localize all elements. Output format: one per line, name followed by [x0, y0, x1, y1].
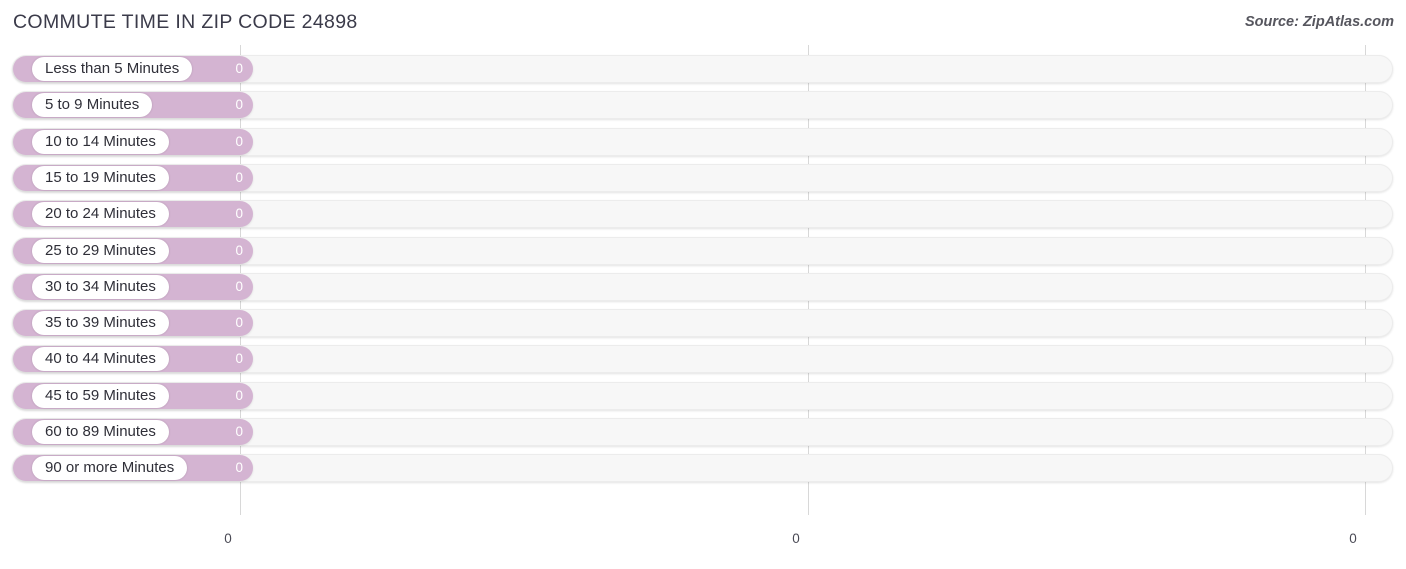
bar-row[interactable]: 0 30 to 34 Minutes	[12, 272, 1393, 301]
bar-value-label: 0	[235, 133, 243, 149]
bar-row[interactable]: 0 45 to 59 Minutes	[12, 381, 1393, 410]
bar-value-label: 0	[235, 206, 243, 222]
bar-row[interactable]: 0 35 to 39 Minutes	[12, 309, 1393, 338]
bar-value-label: 0	[235, 460, 243, 476]
bar-value-label: 0	[235, 61, 243, 76]
bar-value-label: 0	[235, 351, 243, 367]
x-axis-tick-label: 0	[1349, 531, 1357, 546]
bar-category-label: Less than 5 Minutes	[32, 57, 193, 81]
bar-category-label: 15 to 19 Minutes	[32, 165, 169, 190]
bar-row[interactable]: 0 90 or more Minutes	[12, 454, 1393, 483]
bar-row[interactable]: 0 Less than 5 Minutes	[12, 55, 1393, 83]
bar-value-label: 0	[235, 97, 243, 113]
bar-category-label: 60 to 89 Minutes	[32, 420, 169, 444]
x-axis-tick-label: 0	[792, 531, 800, 546]
bar-row[interactable]: 0 5 to 9 Minutes	[12, 91, 1393, 120]
bar-category-label: 10 to 14 Minutes	[32, 129, 169, 154]
bar-category-label: 35 to 39 Minutes	[32, 311, 169, 336]
bar-value-label: 0	[235, 242, 243, 258]
x-axis: 0 0 0	[0, 515, 1406, 569]
source-attribution: Source: ZipAtlas.com	[1244, 14, 1394, 30]
bar-row[interactable]: 0 15 to 19 Minutes	[12, 163, 1393, 192]
chart-header: COMMUTE TIME IN ZIP CODE 24898 Source: Z…	[0, 0, 1406, 45]
bar-value-label: 0	[235, 424, 243, 439]
bar-row[interactable]: 0 25 to 29 Minutes	[12, 236, 1393, 265]
bar-value-label: 0	[235, 315, 243, 331]
bar-row[interactable]: 0 60 to 89 Minutes	[12, 418, 1393, 446]
bar-category-label: 30 to 34 Minutes	[32, 274, 169, 299]
x-axis-tick-label: 0	[224, 531, 232, 546]
page-title: COMMUTE TIME IN ZIP CODE 24898	[13, 11, 358, 33]
bar-row[interactable]: 0 40 to 44 Minutes	[12, 345, 1393, 374]
bar-category-label: 40 to 44 Minutes	[32, 347, 169, 372]
bar-row[interactable]: 0 10 to 14 Minutes	[12, 127, 1393, 156]
bar-category-label: 5 to 9 Minutes	[32, 93, 153, 118]
bar-category-label: 25 to 29 Minutes	[32, 238, 169, 263]
bar-value-label: 0	[235, 387, 243, 403]
chart-plot-area: 0 Less than 5 Minutes 0 5 to 9 Minutes 0 10 t…	[0, 45, 1406, 546]
bar-value-label: 0	[235, 278, 243, 294]
bar-row[interactable]: 0 20 to 24 Minutes	[12, 200, 1393, 229]
bar-category-label: 45 to 59 Minutes	[32, 383, 169, 408]
bar-value-label: 0	[235, 169, 243, 185]
bar-category-label: 90 or more Minutes	[32, 456, 188, 481]
bar-category-label: 20 to 24 Minutes	[32, 202, 169, 227]
